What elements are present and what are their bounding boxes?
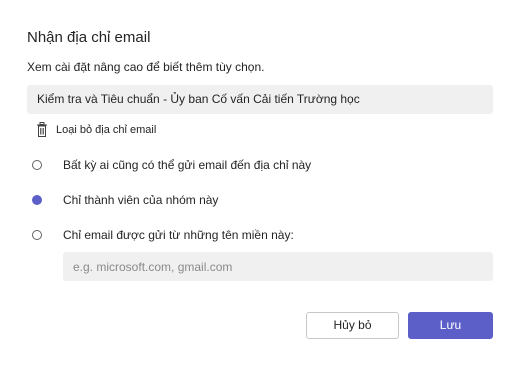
option-domains-only[interactable]: Chỉ email được gửi từ những tên miền này… (32, 226, 294, 244)
option-members-only[interactable]: Chỉ thành viên của nhóm này (32, 191, 218, 209)
remove-email-address-button[interactable]: Loại bỏ địa chỉ email (36, 120, 156, 140)
radio-members-only[interactable] (32, 195, 42, 205)
remove-email-label: Loại bỏ địa chỉ email (56, 124, 157, 136)
channel-email-address: Kiểm tra và Tiêu chuẩn - Ủy ban Cố vấn C… (27, 85, 493, 114)
cancel-button[interactable]: Hủy bỏ (306, 312, 399, 339)
dialog-title: Nhận địa chỉ email (27, 29, 151, 46)
option-domains-only-label: Chỉ email được gửi từ những tên miền này… (63, 228, 294, 242)
option-members-only-label: Chỉ thành viên của nhóm này (63, 193, 219, 207)
save-button[interactable]: Lưu (408, 312, 493, 339)
option-anyone-label: Bất kỳ ai cũng có thể gửi email đến địa … (63, 158, 312, 172)
domains-input[interactable] (63, 252, 493, 281)
radio-domains-only[interactable] (32, 230, 42, 240)
radio-anyone[interactable] (32, 160, 42, 170)
trash-icon (36, 122, 48, 138)
option-anyone[interactable]: Bất kỳ ai cũng có thể gửi email đến địa … (32, 156, 311, 174)
get-email-address-dialog: Nhận địa chỉ email Xem cài đặt nâng cao … (0, 0, 520, 367)
dialog-subtitle: Xem cài đặt nâng cao để biết thêm tùy ch… (27, 60, 265, 74)
